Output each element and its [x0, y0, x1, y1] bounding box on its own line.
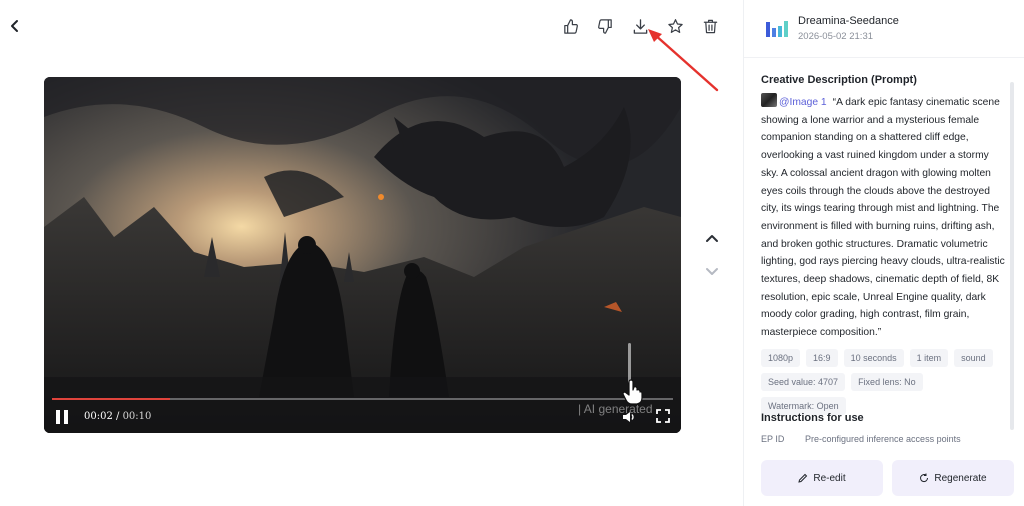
parameter-tag: 1 item: [909, 349, 949, 367]
toolbar: [561, 17, 719, 35]
parameter-tag: sound: [954, 349, 993, 367]
tags-row-1: 1080p 16:9 10 seconds 1 item sound: [761, 349, 1011, 367]
previous-item-chevron-icon[interactable]: [703, 230, 721, 246]
parameter-tag: Fixed lens: No: [851, 373, 923, 391]
parameter-tag: Seed value: 4707: [761, 373, 846, 391]
star-icon[interactable]: [666, 17, 684, 35]
main-area: | AI generated 00:02 / 00:10: [0, 0, 744, 506]
image-reference-link[interactable]: @Image 1: [779, 97, 827, 108]
thumbs-down-icon[interactable]: [596, 17, 614, 35]
current-time: 00:02: [84, 411, 113, 422]
details-panel: Dreamina-Seedance 2026-05-02 21:31 Creat…: [744, 0, 1024, 506]
hand-cursor-icon: [622, 379, 643, 405]
duration: 00:10: [122, 411, 152, 422]
video-frame-image: [44, 77, 681, 433]
re-edit-button[interactable]: Re-edit: [761, 460, 883, 496]
prompt-section-title: Creative Description (Prompt): [761, 74, 917, 86]
fullscreen-icon[interactable]: [655, 408, 671, 424]
instructions-section-title: Instructions for use: [761, 412, 864, 424]
prompt-text-block: @Image 1 “A dark epic fantasy cinematic s…: [761, 93, 1007, 342]
ep-id-value: Pre-configured inference access points: [805, 434, 961, 444]
next-item-chevron-icon[interactable]: [703, 264, 721, 280]
parameter-tag: 10 seconds: [843, 349, 904, 367]
panel-separator: [744, 57, 1024, 58]
volume-icon[interactable]: [621, 409, 637, 425]
panel-scrollbar[interactable]: [1010, 82, 1014, 430]
regenerate-button[interactable]: Regenerate: [892, 460, 1014, 496]
ep-id-label: EP ID: [761, 434, 785, 444]
refresh-icon: [920, 473, 929, 483]
time-separator: /: [112, 411, 123, 422]
re-edit-label: Re-edit: [813, 472, 846, 484]
prompt-text: “A dark epic fantasy cinematic scene sho…: [761, 97, 1005, 339]
trash-icon[interactable]: [701, 17, 719, 35]
parameter-tag: 1080p: [761, 349, 801, 367]
image-reference-thumbnail[interactable]: [761, 93, 777, 107]
pause-icon[interactable]: [54, 408, 70, 426]
time-display: 00:02 / 00:10: [84, 411, 151, 422]
download-icon[interactable]: [631, 17, 649, 35]
tags-row-2: Seed value: 4707 Fixed lens: No Watermark:…: [761, 373, 1011, 415]
pencil-icon: [798, 473, 808, 483]
back-arrow-icon[interactable]: [6, 17, 24, 35]
generation-date: 2026-05-02 21:31: [798, 31, 874, 42]
action-buttons: Re-edit Regenerate: [761, 460, 1014, 496]
player-controls: 00:02 / 00:10: [44, 403, 681, 433]
model-name: Dreamina-Seedance: [798, 15, 899, 27]
parameter-tag: 16:9: [806, 349, 838, 367]
video-player[interactable]: | AI generated 00:02 / 00:10: [44, 77, 681, 433]
volume-slider[interactable]: [628, 343, 631, 383]
progress-bar[interactable]: [52, 398, 673, 400]
regenerate-label: Regenerate: [934, 472, 987, 484]
ep-id-row: EP ID Pre-configured inference access poi…: [761, 434, 961, 444]
model-logo-icon: [766, 21, 788, 37]
progress-fill: [52, 398, 170, 400]
thumbs-up-icon[interactable]: [561, 17, 579, 35]
